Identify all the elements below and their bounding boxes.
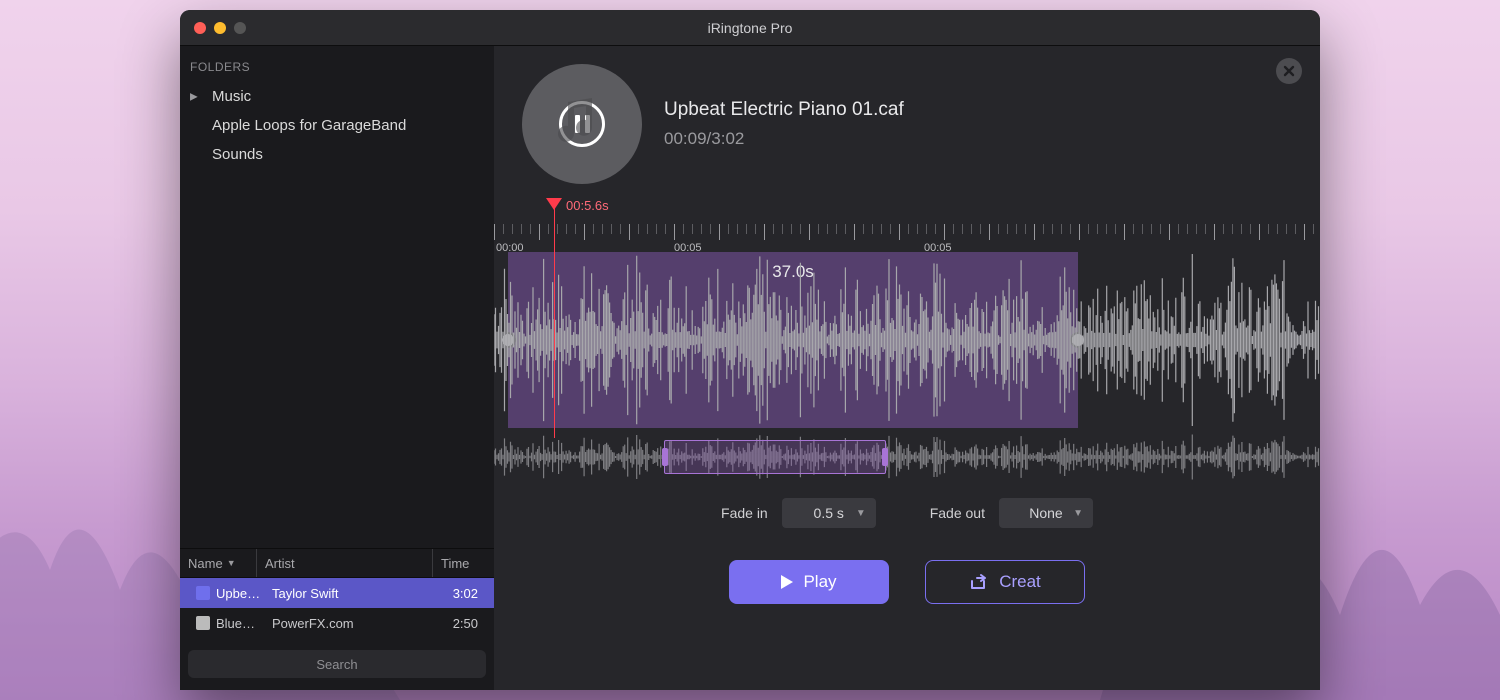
create-button-label: Creat — [999, 572, 1041, 592]
folder-item-apple-loops[interactable]: Apple Loops for GarageBand — [180, 111, 494, 140]
titlebar[interactable]: iRingtone Pro — [180, 10, 1320, 46]
fade-in-select[interactable]: 0.5 s ▼ — [782, 498, 876, 528]
app-window: iRingtone Pro FOLDERS ▶ Music Apple Loop… — [180, 10, 1320, 690]
column-label: Time — [441, 556, 469, 571]
chevron-down-icon: ▼ — [856, 508, 866, 519]
sort-indicator-icon: ▼ — [227, 558, 236, 568]
sidebar: FOLDERS ▶ Music Apple Loops for GarageBa… — [180, 46, 494, 690]
column-time[interactable]: Time — [432, 549, 494, 577]
waveform-overview[interactable] — [494, 434, 1320, 480]
now-playing-time: 00:09/3:02 — [664, 129, 904, 149]
playhead-label: 00:5.6s — [566, 198, 609, 213]
fade-in-label: Fade in — [721, 505, 768, 521]
traffic-lights — [194, 22, 246, 34]
overview-handle-right[interactable] — [882, 448, 888, 466]
track-name: Blue… — [216, 616, 255, 631]
column-name[interactable]: Name ▼ — [180, 549, 256, 577]
close-window-button[interactable] — [194, 22, 206, 34]
now-playing-filename: Upbeat Electric Piano 01.caf — [664, 99, 904, 121]
folder-label: Sounds — [212, 146, 263, 163]
total-time: 3:02 — [711, 129, 744, 148]
elapsed-time: 00:09 — [664, 129, 707, 148]
audio-file-icon — [196, 586, 210, 600]
music-note-icon — [548, 92, 604, 148]
fade-controls: Fade in 0.5 s ▼ Fade out None ▼ — [494, 480, 1320, 534]
window-title: iRingtone Pro — [180, 20, 1320, 36]
chevron-down-icon: ▼ — [1073, 508, 1083, 519]
track-row[interactable]: Upbe… Taylor Swift 3:02 — [180, 578, 494, 608]
zoom-window-button[interactable] — [234, 22, 246, 34]
track-table-header: Name ▼ Artist Time — [180, 548, 494, 578]
waveform-svg — [494, 252, 1320, 428]
folder-item-music[interactable]: ▶ Music — [180, 82, 494, 111]
overview-handle-left[interactable] — [662, 448, 668, 466]
chevron-right-icon[interactable]: ▶ — [190, 91, 198, 102]
playhead[interactable] — [554, 198, 555, 438]
waveform-overview-svg — [494, 434, 1320, 480]
track-time: 3:02 — [424, 586, 486, 601]
overview-selection[interactable] — [664, 440, 886, 474]
column-artist[interactable]: Artist — [256, 549, 432, 577]
editor-panel: Upbeat Electric Piano 01.caf 00:09/3:02 … — [494, 46, 1320, 690]
fade-in-control: Fade in 0.5 s ▼ — [721, 498, 876, 528]
waveform-main[interactable]: 37.0s — [494, 252, 1320, 428]
share-icon — [969, 573, 989, 591]
ruler-area: 00:5.6s 00:00 00:05 00:05 37.0s — [494, 198, 1320, 428]
now-playing: Upbeat Electric Piano 01.caf 00:09/3:02 — [494, 46, 1320, 194]
fade-out-select[interactable]: None ▼ — [999, 498, 1093, 528]
track-name: Upbe… — [216, 586, 260, 601]
fade-out-label: Fade out — [930, 505, 985, 521]
column-label: Artist — [265, 556, 295, 571]
play-button[interactable]: Play — [729, 560, 889, 604]
fade-out-value: None — [1029, 505, 1062, 521]
folder-item-sounds[interactable]: Sounds — [180, 140, 494, 169]
track-row[interactable]: Blue… PowerFX.com 2:50 — [180, 608, 494, 638]
track-artist: Taylor Swift — [264, 586, 424, 601]
folder-list: ▶ Music Apple Loops for GarageBand Sound… — [180, 82, 494, 169]
time-ruler[interactable]: 00:00 00:05 00:05 — [494, 214, 1320, 252]
create-button[interactable]: Creat — [925, 560, 1085, 604]
play-icon — [781, 575, 793, 589]
close-icon — [1283, 65, 1295, 77]
track-table: Name ▼ Artist Time Upbe… Taylor Swift 3:… — [180, 548, 494, 638]
column-label: Name — [188, 556, 223, 571]
folder-label: Apple Loops for GarageBand — [212, 117, 406, 134]
play-button-label: Play — [803, 572, 836, 592]
folders-header: FOLDERS — [180, 46, 494, 82]
folder-label: Music — [212, 88, 251, 105]
action-buttons: Play Creat — [494, 534, 1320, 622]
minimize-window-button[interactable] — [214, 22, 226, 34]
fade-in-value: 0.5 s — [814, 505, 844, 521]
track-artist: PowerFX.com — [264, 616, 424, 631]
track-time: 2:50 — [424, 616, 486, 631]
search-input[interactable] — [188, 650, 486, 678]
fade-out-control: Fade out None ▼ — [930, 498, 1093, 528]
close-panel-button[interactable] — [1276, 58, 1302, 84]
audio-file-icon — [196, 616, 210, 630]
album-art-placeholder — [522, 64, 642, 184]
